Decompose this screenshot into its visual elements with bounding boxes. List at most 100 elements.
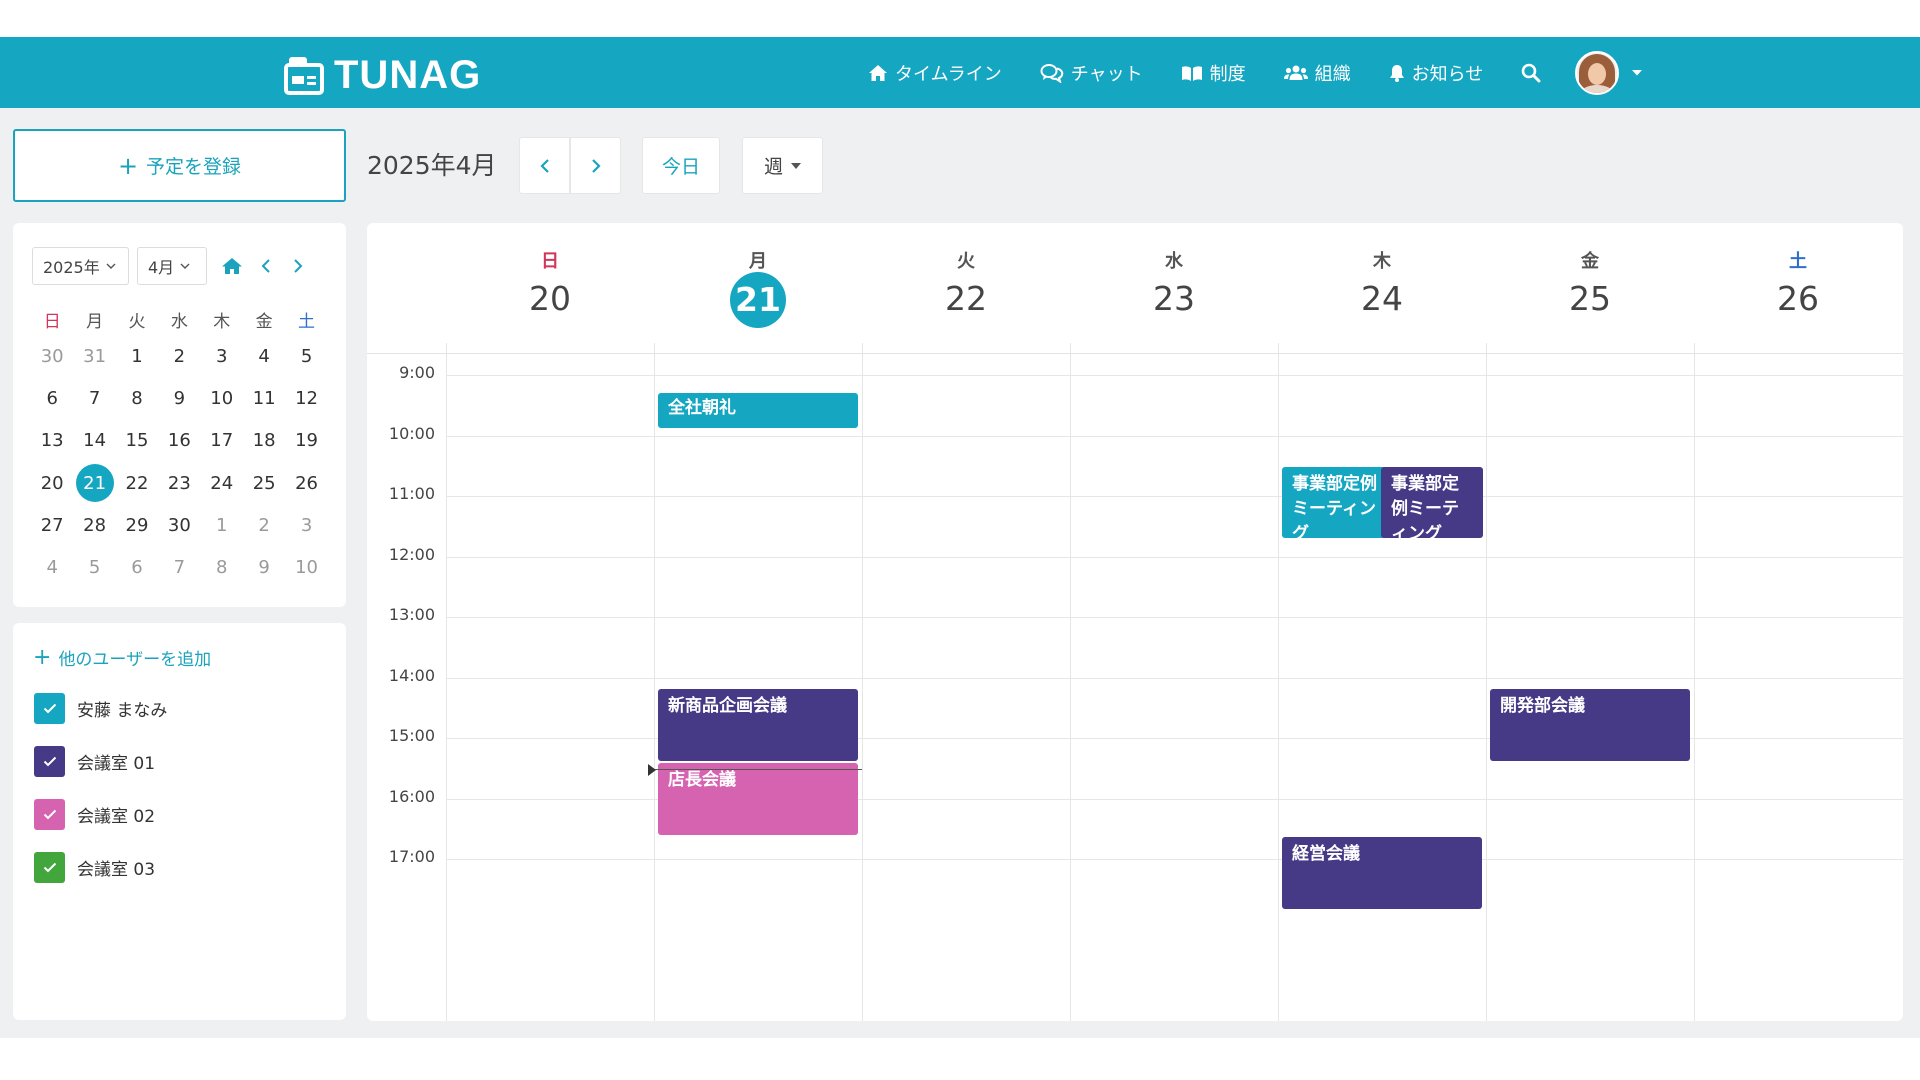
time-label: 15:00 [388,726,435,745]
calendar-item-label: 会議室 01 [77,754,156,774]
mini-calendar-day[interactable]: 19 [285,420,327,462]
mini-calendar-day[interactable]: 5 [285,335,327,377]
mini-calendar-day[interactable]: 6 [116,546,158,588]
mini-calendar-day[interactable]: 13 [31,420,73,462]
mini-calendar-day[interactable]: 1 [116,335,158,377]
mini-calendar-day[interactable]: 31 [73,335,115,377]
day-header-thu[interactable]: 木 24 [1278,223,1486,353]
search-button[interactable] [1521,63,1541,83]
day-header-tue[interactable]: 火 22 [862,223,1070,353]
avatar[interactable] [1575,50,1620,95]
nav-item-chat[interactable]: チャット [1040,60,1143,86]
mini-calendar-day[interactable]: 3 [201,335,243,377]
brand-logo[interactable]: TUNAG [284,53,481,98]
mini-calendar-day[interactable]: 25 [243,462,285,504]
book-icon [1181,65,1202,81]
event-block[interactable]: 事業部定例ミーティング [1282,467,1387,538]
day-header-sun[interactable]: 日 20 [446,223,654,353]
day-number: 4 [46,557,58,579]
mini-calendar-day[interactable]: 4 [243,335,285,377]
mini-calendar-day[interactable]: 8 [201,546,243,588]
mini-calendar-day[interactable]: 1 [201,504,243,546]
month-select-value: 4月 [148,258,175,277]
mini-next-month-button[interactable] [293,258,303,274]
weekday-label: 火 [128,311,146,332]
add-event-button[interactable]: + 予定を登録 [13,129,346,202]
mini-calendar-day[interactable]: 10 [201,377,243,419]
mini-calendar-day[interactable]: 2 [243,504,285,546]
mini-calendar-day[interactable]: 5 [73,546,115,588]
mini-calendar-day[interactable]: 30 [158,504,200,546]
mini-calendar: 2025年 4月 日月火水木金土 30 31 1 2 3 4 5 6 7 8 9 10 11 12 13 14 1… [13,223,346,607]
nav-item-systems[interactable]: 制度 [1181,60,1246,86]
mini-calendar-day[interactable]: 6 [31,377,73,419]
event-block[interactable]: 店長会議 [658,763,858,835]
nav-item-timeline[interactable]: タイムライン [868,60,1002,86]
calendar-checkbox[interactable] [34,799,65,830]
event-block[interactable]: 新商品企画会議 [658,689,858,761]
calendar-checkbox[interactable] [34,746,65,777]
today-button[interactable]: 今日 [642,137,720,194]
event-block[interactable]: 全社朝礼 [658,393,858,428]
month-select[interactable]: 4月 [137,247,207,285]
nav-item-organization[interactable]: 組織 [1283,60,1351,86]
calendar-checkbox[interactable] [34,852,65,883]
caret-down-icon[interactable] [1631,69,1643,77]
mini-calendar-day[interactable]: 28 [73,504,115,546]
mini-calendar-day[interactable]: 15 [116,420,158,462]
day-column-divider [1278,343,1279,1021]
prev-week-button[interactable] [519,137,570,194]
day-number: 16 [167,430,191,452]
add-user-button[interactable]: + 他のユーザーを追加 [33,645,211,670]
event-block[interactable]: 経営会議 [1282,837,1482,909]
day-number: 4 [258,345,270,367]
day-number: 9 [173,387,186,409]
year-select[interactable]: 2025年 [32,247,129,285]
mini-calendar-day[interactable]: 18 [243,420,285,462]
nav-item-notices[interactable]: お知らせ [1389,60,1483,86]
day-header-fri[interactable]: 金 25 [1486,223,1694,353]
mini-calendar-day[interactable]: 26 [285,462,327,504]
mini-calendar-day[interactable]: 12 [285,377,327,419]
day-header-wed[interactable]: 水 23 [1070,223,1278,353]
calendar-item-label: 会議室 03 [77,860,156,880]
mini-calendar-day[interactable]: 24 [201,462,243,504]
day-number: 29 [125,514,149,536]
mini-calendar-day[interactable]: 29 [116,504,158,546]
event-block[interactable]: 事業部定例ミーティング [1381,467,1483,538]
week-view: 17:00 16:00 15:00 14:00 13:00 12:00 11:00 10:00… [367,223,1903,1021]
mini-calendar-day[interactable]: 17 [201,420,243,462]
time-label: 13:00 [388,605,435,624]
mini-calendar-day[interactable]: 27 [31,504,73,546]
mini-calendar-day-selected[interactable]: 21 [73,462,115,504]
mini-calendar-day[interactable]: 23 [158,462,200,504]
search-icon [1521,63,1541,82]
mini-calendar-day[interactable]: 22 [116,462,158,504]
users-icon [1283,65,1308,80]
mini-calendar-day[interactable]: 8 [116,377,158,419]
mini-calendar-day[interactable]: 4 [31,546,73,588]
mini-calendar-day[interactable]: 3 [285,504,327,546]
day-header-sat[interactable]: 土 26 [1694,223,1902,353]
mini-calendar-day[interactable]: 20 [31,462,73,504]
mini-calendar-day[interactable]: 16 [158,420,200,462]
day-header-mon[interactable]: 月 21 [654,223,862,353]
mini-calendar-day[interactable]: 11 [243,377,285,419]
view-select[interactable]: 週 [742,137,823,194]
mini-calendar-day[interactable]: 14 [73,420,115,462]
mini-calendar-day[interactable]: 7 [73,377,115,419]
mini-calendar-day[interactable]: 7 [158,546,200,588]
mini-today-button[interactable] [221,257,243,275]
mini-calendar-day[interactable]: 2 [158,335,200,377]
mini-calendar-day[interactable]: 30 [31,335,73,377]
next-week-button[interactable] [570,137,621,194]
event-block[interactable]: 開発部会議 [1490,689,1690,761]
chevron-left-icon [261,259,270,273]
mini-calendar-day[interactable]: 9 [158,377,200,419]
time-label: 10:00 [388,423,435,443]
calendar-item-user: 安藤 まなみ [34,693,167,724]
mini-calendar-day[interactable]: 9 [243,546,285,588]
mini-calendar-day[interactable]: 10 [285,546,327,588]
mini-prev-month-button[interactable] [261,258,271,274]
calendar-checkbox[interactable] [34,693,65,724]
